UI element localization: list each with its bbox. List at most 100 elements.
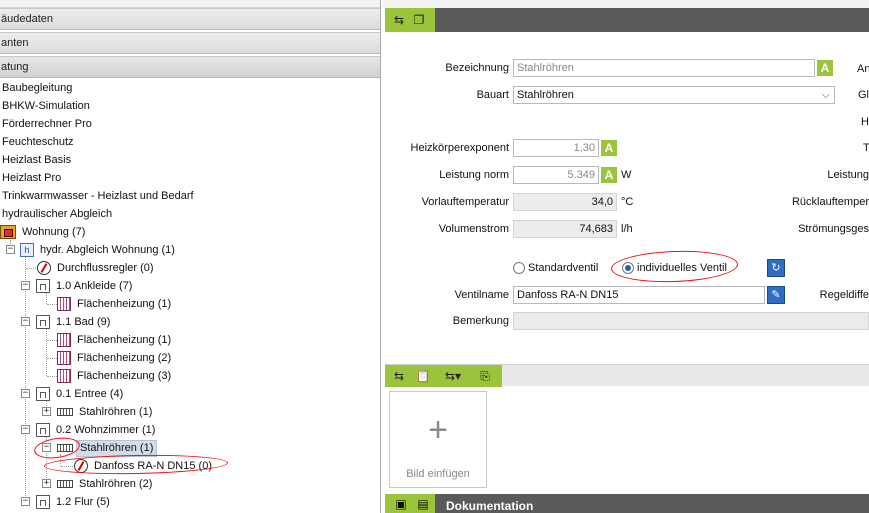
collapse-toggle[interactable]: −: [21, 425, 30, 434]
tree-node-flaechenheizung[interactable]: Flächenheizung (2): [57, 349, 174, 367]
tree-node-wohnung[interactable]: Wohnung (7): [0, 223, 88, 241]
tree-line: [46, 328, 47, 376]
bezeichnung-label: Bezeichnung: [445, 62, 509, 74]
room-icon: [36, 423, 50, 438]
exponent-input[interactable]: 1,30: [513, 139, 599, 157]
cut-label-gl: Gl: [858, 89, 869, 101]
collapse-toggle[interactable]: −: [6, 245, 15, 254]
tree-line: [47, 358, 57, 359]
edit-pencil-button[interactable]: ✎: [767, 286, 785, 304]
sort-dropdown-icon[interactable]: ⇆▾: [441, 368, 465, 384]
tree-line: [47, 340, 57, 341]
collapse-toggle[interactable]: −: [21, 281, 30, 290]
left-toolbar-strip: [0, 0, 380, 8]
auto-value-badge[interactable]: A: [817, 60, 833, 76]
cut-label-an: An: [857, 63, 869, 75]
module-feuchteschutz[interactable]: Feuchteschutz: [2, 133, 74, 151]
section-header-berechnung[interactable]: atung: [0, 56, 380, 78]
radio-standardventil-label: Standardventil: [528, 262, 599, 274]
room-icon: [36, 387, 50, 402]
leistung-label: Leistung norm: [439, 169, 509, 181]
collapse-toggle[interactable]: −: [21, 497, 30, 506]
tree-node-room-entree[interactable]: 0.1 Entree (4): [36, 385, 126, 403]
leistung-unit: W: [621, 169, 632, 181]
tree-node-room-wohnzimmer[interactable]: 0.2 Wohnzimmer (1): [36, 421, 158, 439]
bauart-select[interactable]: Stahlröhren ⌵: [513, 86, 835, 104]
project-tree-pane: äudedaten anten atung Baubegleitung BHKW…: [0, 0, 381, 513]
volumenstrom-unit: l/h: [621, 223, 633, 235]
radio-standardventil[interactable]: [513, 262, 525, 274]
collapse-toggle[interactable]: −: [21, 317, 30, 326]
tree-node-flaechenheizung[interactable]: Flächenheizung (1): [57, 295, 174, 313]
arrange-icon[interactable]: ⇆: [391, 368, 407, 384]
calculation-icon: h: [20, 243, 34, 258]
module-baubegleitung[interactable]: Baubegleitung: [2, 79, 72, 97]
refresh-valve-button[interactable]: ↻: [767, 259, 785, 277]
tree-node-stahlroehren[interactable]: Stahlröhren (2): [57, 475, 155, 493]
module-foerderrechner[interactable]: Förderrechner Pro: [2, 115, 92, 133]
plus-icon: +: [428, 411, 448, 449]
tree-node-stahlroehren[interactable]: Stahlröhren (1): [57, 403, 155, 421]
exponent-label: Heizkörperexponent: [410, 142, 509, 154]
module-trinkwarmwasser[interactable]: Trinkwarmwasser - Heizlast und Bedarf: [2, 187, 194, 205]
book-icon[interactable]: ▤: [415, 496, 431, 512]
bemerkung-input[interactable]: [513, 312, 869, 330]
vorlauf-unit: °C: [621, 196, 634, 208]
vorlauf-value: 34,0: [513, 193, 617, 211]
ventilname-input[interactable]: Danfoss RA-N DN15: [513, 286, 765, 304]
leistung-input[interactable]: 5.349: [513, 166, 599, 184]
module-heizlast-pro[interactable]: Heizlast Pro: [2, 169, 61, 187]
expand-toggle[interactable]: +: [42, 407, 51, 416]
tree-line: [26, 268, 36, 269]
tree-node-flaechenheizung[interactable]: Flächenheizung (3): [57, 367, 174, 385]
tree-line: [25, 256, 26, 506]
module-hydraulischer-abgleich[interactable]: hydraulischer Abgleich: [2, 205, 112, 223]
room-icon: [36, 495, 50, 510]
tree-node-durchflussregler[interactable]: Durchflussregler (0): [37, 259, 157, 277]
image-toolbar: ⇆ 📋 ⇆▾ ⎘: [385, 364, 869, 387]
section-header-gebaeudedaten[interactable]: äudedaten: [0, 8, 380, 30]
room-icon: [36, 315, 50, 330]
cut-label-leistung: Leistung: [827, 169, 869, 181]
expand-toggle[interactable]: +: [42, 479, 51, 488]
auto-value-badge[interactable]: A: [601, 167, 617, 183]
section-header-varianten[interactable]: anten: [0, 32, 380, 54]
document-icon[interactable]: ▣: [393, 496, 409, 512]
collapse-toggle[interactable]: −: [21, 389, 30, 398]
bemerkung-label: Bemerkung: [452, 315, 509, 327]
tree-line: [47, 304, 57, 305]
detail-pane: ⇆ ❐ Bezeichnung Stahlröhren A An Bauart …: [383, 0, 869, 513]
right-toolbar-strip: [383, 0, 869, 8]
documentation-title: Dokumentation: [446, 499, 534, 513]
arrange-icon[interactable]: ⇆: [391, 12, 407, 28]
cut-label-stroemung: Strömungsges: [798, 223, 869, 235]
tree-node-room-flur[interactable]: 1.2 Flur (5): [36, 493, 113, 511]
tree-node-room-ankleide[interactable]: 1.0 Ankleide (7): [36, 277, 135, 295]
copy-icon[interactable]: ❐: [411, 12, 427, 28]
vorlauf-label: Vorlauftemperatur: [421, 196, 509, 208]
annotation-ellipse: [610, 248, 739, 285]
module-bhkw-simulation[interactable]: BHKW-Simulation: [2, 97, 90, 115]
valve-icon: [37, 261, 51, 276]
chevron-down-icon: ⌵: [821, 89, 830, 101]
cut-label-h: H: [861, 116, 869, 128]
detail-toolbar: ⇆ ❐: [385, 8, 869, 32]
tree-node-flaechenheizung[interactable]: Flächenheizung (1): [57, 331, 174, 349]
export-icon[interactable]: ⎘: [477, 368, 493, 384]
bezeichnung-input[interactable]: Stahlröhren: [513, 59, 815, 77]
volumenstrom-value: 74,683: [513, 220, 617, 238]
cut-label-ruecklauf: Rücklauftemper: [791, 196, 869, 208]
add-image-button[interactable]: + Bild einfügen: [389, 391, 487, 488]
documentation-bar[interactable]: ▣ ▤ Dokumentation: [385, 494, 869, 513]
tree-node-hydr-abgleich[interactable]: h hydr. Abgleich Wohnung (1): [20, 241, 178, 259]
tree-line: [47, 376, 57, 377]
clipboard-icon[interactable]: 📋: [415, 368, 431, 384]
add-image-caption: Bild einfügen: [406, 468, 470, 480]
cut-label-regeldiff: Regeldiffe: [819, 289, 869, 301]
room-icon: [36, 279, 50, 294]
volumenstrom-label: Volumenstrom: [438, 223, 509, 235]
tree-node-room-bad[interactable]: 1.1 Bad (9): [36, 313, 113, 331]
module-heizlast-basis[interactable]: Heizlast Basis: [2, 151, 71, 169]
auto-value-badge[interactable]: A: [601, 140, 617, 156]
ventilname-label: Ventilname: [454, 289, 509, 301]
